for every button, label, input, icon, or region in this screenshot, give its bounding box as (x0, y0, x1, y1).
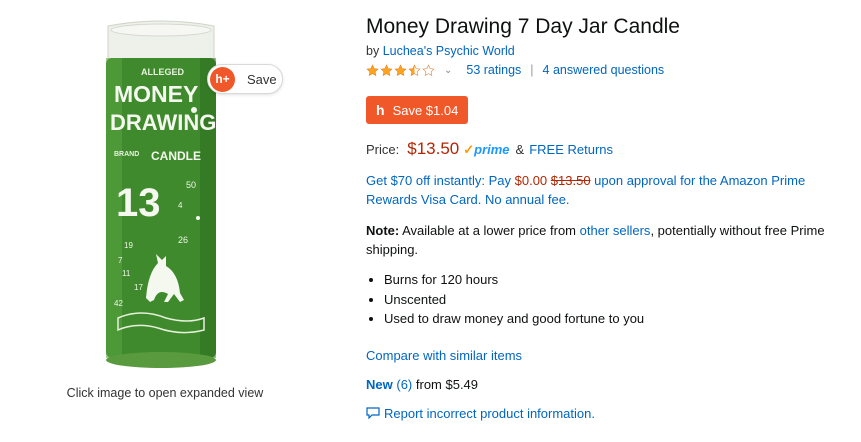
prime-text: prime (474, 142, 510, 157)
candle-image[interactable]: ALLEGED MONEY DRAWING BRAND CANDLE 13 50… (96, 18, 226, 378)
ratings-link[interactable]: 53 ratings (466, 63, 521, 77)
compare-similar-link[interactable]: Compare with similar items (366, 348, 522, 363)
number-42: 42 (114, 299, 123, 308)
price-value: $13.50 (407, 139, 460, 158)
report-info-link[interactable]: Report incorrect product information. (384, 406, 595, 421)
prime-badge: ✓prime (463, 142, 509, 158)
number-50: 50 (186, 180, 196, 190)
save-to-list-button[interactable]: h+ Save (207, 64, 283, 94)
offer-pay-price: $0.00 (514, 173, 548, 188)
rating-row: ⌄ 53 ratings | 4 answered questions (366, 61, 846, 79)
star-full-icon (394, 63, 407, 76)
new-offers-link[interactable]: New (6) (366, 377, 412, 392)
new-count: (6) (396, 376, 413, 392)
chevron-down-icon[interactable]: ⌄ (444, 65, 452, 76)
label-13: 13 (116, 181, 161, 225)
feature-bullet: Unscented (384, 290, 846, 310)
brand-link[interactable]: Luchea's Psychic World (383, 44, 515, 58)
price-row: Price: $13.50 ✓prime & FREE Returns (366, 139, 846, 159)
lower-price-note: Note: Available at a lower price from ot… (366, 221, 846, 259)
separator: | (530, 63, 534, 77)
honey-plus-icon: h+ (210, 66, 235, 92)
star-full-icon (380, 63, 393, 76)
feature-bullet: Used to draw money and good fortune to y… (384, 309, 846, 329)
byline: by Luchea's Psychic World (366, 44, 846, 58)
product-title: Money Drawing 7 Day Jar Candle (366, 15, 680, 38)
new-from-price: from $5.49 (415, 376, 479, 392)
offer-text-start: Get $70 off instantly: Pay (366, 173, 515, 188)
label-brand: BRAND (114, 151, 139, 158)
questions-link[interactable]: 4 answered questions (543, 63, 665, 77)
save-label: Save (247, 71, 277, 87)
click-image-hint: Click image to open expanded view (66, 386, 264, 400)
price-label: Price: (366, 142, 400, 157)
feature-bullet: Burns for 120 hours (384, 270, 846, 290)
number-19: 19 (124, 241, 133, 250)
prime-check-icon: ✓ (463, 142, 475, 157)
label-money: MONEY (114, 81, 198, 107)
honey-h-icon: h (376, 102, 385, 118)
note-text-start: Available at a lower price from (399, 223, 580, 238)
new-offers: New (6) from $5.49 (366, 377, 846, 392)
ampersand: & (515, 142, 525, 157)
number-7: 7 (118, 256, 123, 265)
byline-prefix: by (366, 44, 380, 58)
star-half-icon (408, 63, 421, 76)
note-label: Note: (366, 223, 400, 238)
honey-savings-button[interactable]: h Save $1.04 (366, 96, 469, 124)
free-returns-link[interactable]: FREE Returns (529, 142, 613, 157)
number-26: 26 (178, 235, 188, 245)
label-alleged: ALLEGED (141, 67, 185, 77)
visa-offer-link[interactable]: Get $70 off instantly: Pay $0.00 $13.50 … (366, 171, 846, 209)
label-drawing: DRAWING (110, 110, 216, 135)
product-image[interactable]: ALLEGED MONEY DRAWING BRAND CANDLE 13 50… (96, 18, 226, 378)
product-details: Money Drawing 7 Day Jar Candle by Luchea… (366, 14, 846, 421)
number-11: 11 (122, 269, 131, 278)
other-sellers-link[interactable]: other sellers (580, 223, 651, 238)
star-empty-icon (422, 63, 435, 76)
report-row: Report incorrect product information. (366, 406, 846, 421)
number-4: 4 (178, 201, 183, 210)
number-17: 17 (134, 283, 143, 292)
feature-bullets: Burns for 120 hours Unscented Used to dr… (366, 270, 846, 329)
new-label: New (366, 376, 393, 392)
savings-label: Save $1.04 (392, 102, 459, 118)
star-full-icon (366, 63, 379, 76)
star-rating[interactable] (366, 63, 436, 77)
comment-icon (366, 407, 380, 419)
label-candle: CANDLE (151, 149, 201, 163)
offer-old-price: $13.50 (550, 173, 591, 188)
image-column: ALLEGED MONEY DRAWING BRAND CANDLE 13 50… (0, 0, 330, 442)
